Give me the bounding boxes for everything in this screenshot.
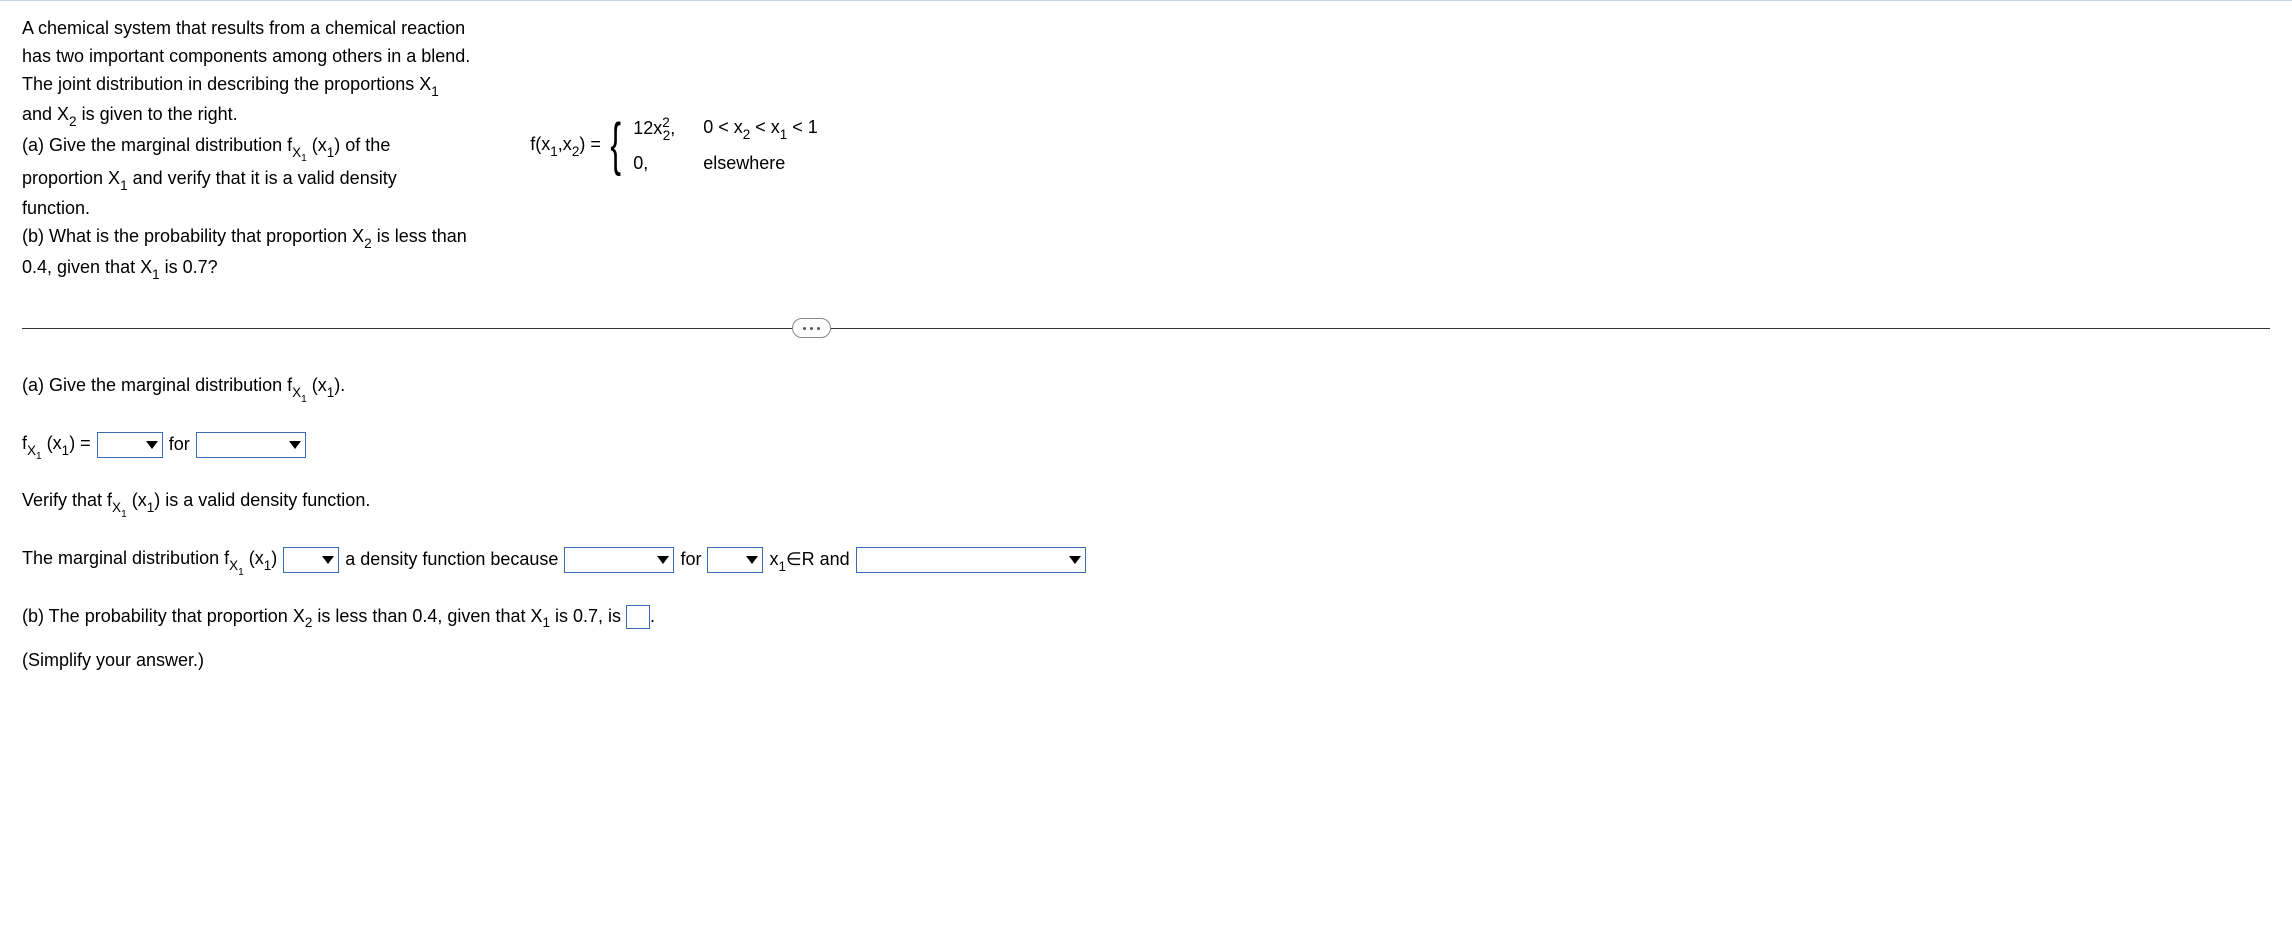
prompt-line: ) of the [334,135,390,155]
prompt-line: (x [312,135,327,155]
prompt-line: is less than [372,226,467,246]
forall-dropdown[interactable] [707,547,763,573]
subscript: X1 [292,145,307,160]
fx1-expression-dropdown[interactable] [97,432,163,458]
prompt-line: function. [22,198,90,218]
reason1-dropdown[interactable] [564,547,674,573]
case-condition: 0 < x2 < x1 < 1 [703,111,818,147]
for-label: for [169,423,190,466]
prompt-line: and X [22,104,69,124]
chevron-down-icon [322,556,334,564]
formula-lhs: f(x1,x2) = [530,134,606,154]
subscript: 1 [152,267,160,282]
subscript: 1 [120,178,128,193]
part-a-heading: (a) Give the marginal distribution fX1 (… [22,364,2270,410]
more-pill[interactable] [792,318,831,338]
probability-answer-input[interactable] [626,605,650,629]
x1-in-R-label: x1∈R and [769,538,849,582]
section-divider [22,318,2270,338]
prompt-line: is 0.7? [160,257,218,277]
for-label: for [680,538,701,581]
chevron-down-icon [746,556,758,564]
subscript: 1 [327,145,335,160]
prompt-line: A chemical system that results from a ch… [22,18,465,38]
brace-icon: { [610,116,621,174]
verify-heading: Verify that fX1 (x1) is a valid density … [22,479,2270,525]
case-value: 12x22, [633,111,685,147]
prompt-line: The joint distribution in describing the… [22,74,431,94]
prompt-line: (a) Give the marginal distribution f [22,135,292,155]
prompt-line: has two important components among other… [22,46,470,66]
fx1-domain-dropdown[interactable] [196,432,306,458]
prompt-line: is given to the right. [77,104,238,124]
prompt-line: (b) What is the probability that proport… [22,226,364,246]
chevron-down-icon [146,441,158,449]
prompt-line: and verify that it is a valid density [128,168,397,188]
is-isnot-dropdown[interactable] [283,547,339,573]
chevron-down-icon [1069,556,1081,564]
case-condition: elsewhere [703,147,785,179]
subscript: 2 [69,114,77,129]
prompt-line: proportion X [22,168,120,188]
verify-sentence-row: The marginal distribution fX1 (x1) a den… [22,537,2270,583]
verify-text: a density function because [345,538,558,581]
chevron-down-icon [657,556,669,564]
simplify-note: (Simplify your answer.) [22,651,2270,669]
case-value: 0, [633,147,685,179]
fx1-equation-row: fX1 (x1) = for [22,422,2270,468]
reason2-dropdown[interactable] [856,547,1086,573]
joint-density-formula: f(x1,x2) = { 12x22, 0 < x2 < x1 < 1 0, [530,15,818,179]
part-b-line: (b) The probability that proportion X2 i… [22,595,2270,639]
prompt-line: 0.4, given that X [22,257,152,277]
subscript: 2 [364,236,372,251]
subscript: 1 [431,84,439,99]
problem-statement: A chemical system that results from a ch… [22,15,470,284]
chevron-down-icon [289,441,301,449]
